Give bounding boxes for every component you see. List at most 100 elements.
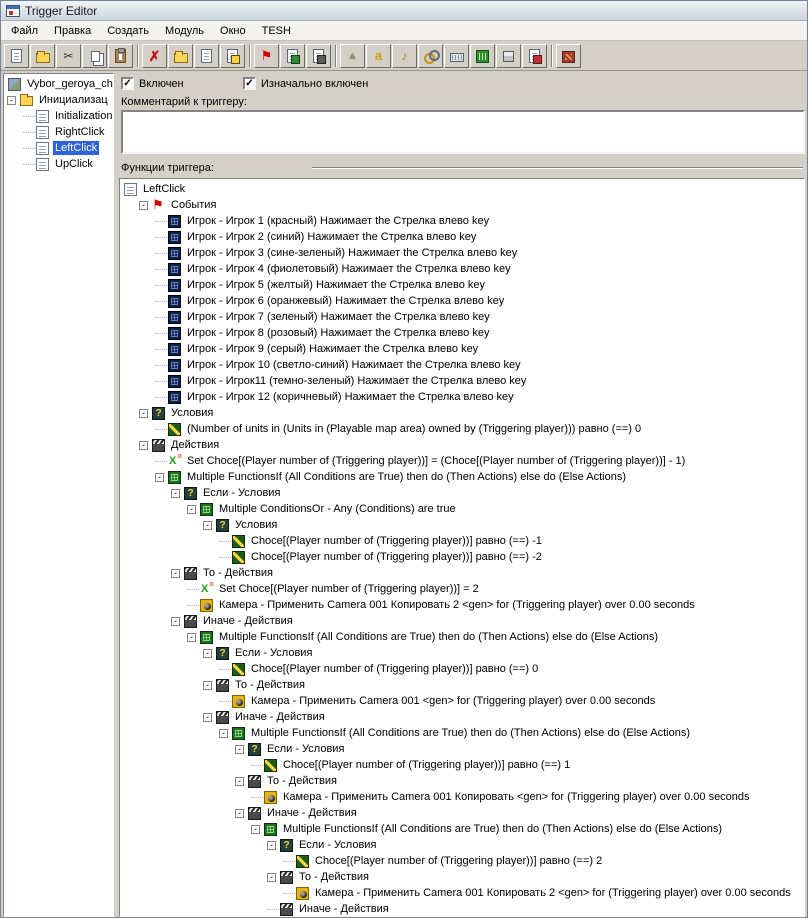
tree-node[interactable]: LeftClick [4,140,113,156]
menu-file[interactable]: Файл [3,22,46,40]
tree-node[interactable]: Игрок - Игрок 1 (красный) Нажимает the С… [120,213,804,229]
tree-node[interactable]: Игрок - Игрок 6 (оранжевый) Нажимает the… [120,293,804,309]
tree-node[interactable]: Choce[(Player number of (Triggering play… [120,549,804,565]
tree-node[interactable]: Игрок - Игрок 3 (сине-зеленый) Нажимает … [120,245,804,261]
collapse-icon[interactable]: - [187,504,196,514]
collapse-icon[interactable]: - [235,744,244,754]
tree-node[interactable]: Choce[(Player number of (Triggering play… [120,661,804,677]
menu-module[interactable]: Модуль [157,22,212,40]
menu-window[interactable]: Окно [212,22,254,40]
tree-node[interactable]: - Действия [120,437,804,453]
tree-node[interactable]: Choce[(Player number of (Triggering play… [120,757,804,773]
tree-node[interactable]: Игрок - Игрок 10 (светло-синий) Нажимает… [120,357,804,373]
tree-node[interactable]: - Если - Условия [120,837,804,853]
collapse-icon[interactable]: - [187,632,196,642]
sound-editor-button[interactable]: ♪ [392,43,417,68]
tree-node[interactable]: Vybor_geroya_che [4,76,113,92]
menu-tesh[interactable]: TESH [254,22,299,40]
tree-node[interactable]: - Иначе - Действия [120,805,804,821]
menu-create[interactable]: Создать [99,22,157,40]
tree-node[interactable]: - Если - Условия [120,485,804,501]
tree-node[interactable]: Игрок - Игрок 9 (серый) Нажимает the Стр… [120,341,804,357]
tree-node[interactable]: Игрок - Игрок 12 (коричневый) Нажимает t… [120,389,804,405]
tree-node[interactable]: - То - Действия [120,677,804,693]
menu-edit[interactable]: Правка [46,22,99,40]
tree-node[interactable]: - Multiple ConditionsOr - Any (Conditions… [120,501,804,517]
tree-node[interactable]: Игрок - Игрок 7 (зеленый) Нажимает the С… [120,309,804,325]
tree-node[interactable]: UpClick [4,156,113,172]
tree-node[interactable]: - То - Действия [120,869,804,885]
tree-node[interactable]: - События [120,197,804,213]
tree-node[interactable]: - Multiple FunctionsIf (All Conditions ar… [120,821,804,837]
new-event-button[interactable]: ⚑ [254,43,279,68]
ai-editor-button[interactable] [470,43,495,68]
collapse-icon[interactable]: - [139,200,148,210]
tree-node[interactable]: Камера - Применить Camera 001 Копировать… [120,885,804,901]
collapse-icon[interactable]: - [7,95,16,105]
tree-node[interactable]: Игрок - Игрок 2 (синий) Нажимает the Стр… [120,229,804,245]
collapse-icon[interactable]: - [171,488,180,498]
enabled-checkbox[interactable]: ✓ [121,77,134,90]
new-trigger-button[interactable] [194,43,219,68]
tree-node[interactable]: - Multiple FunctionsIf (All Conditions ar… [120,629,804,645]
tree-node[interactable]: LeftClick [120,181,804,197]
tree-node[interactable]: - То - Действия [120,773,804,789]
collapse-icon[interactable]: - [267,872,276,882]
collapse-icon[interactable]: - [203,680,212,690]
open-map-button[interactable] [30,43,55,68]
collapse-icon[interactable]: - [203,648,212,658]
tree-node[interactable]: - Multiple FunctionsIf (All Conditions ar… [120,725,804,741]
tree-node[interactable]: - То - Действия [120,565,804,581]
tree-node[interactable]: Камера - Применить Camera 001 <gen> for … [120,693,804,709]
enabled-option[interactable]: ✓ Включен [121,77,243,90]
collapse-icon[interactable]: - [219,728,228,738]
tree-node[interactable]: Игрок - Игрок 8 (розовый) Нажимает the С… [120,325,804,341]
terrain-editor-button[interactable]: ▲ [340,43,365,68]
collapse-icon[interactable]: - [235,776,244,786]
tree-node[interactable]: Choce[(Player number of (Triggering play… [120,533,804,549]
tree-node[interactable]: - Если - Условия [120,741,804,757]
collapse-icon[interactable]: - [235,808,244,818]
collapse-icon[interactable]: - [251,824,260,834]
tree-node[interactable]: (Number of units in (Units in (Playable … [120,421,804,437]
delete-button[interactable]: ✗ [142,43,167,68]
tree-node[interactable]: Иначе - Действия [120,901,804,916]
tree-node[interactable]: - Иначе - Действия [120,709,804,725]
collapse-icon[interactable]: - [203,712,212,722]
tree-node[interactable]: Игрок - Игрок11 (темно-зеленый) Нажимает… [120,373,804,389]
tree-node[interactable]: - Если - Условия [120,645,804,661]
collapse-icon[interactable]: - [155,472,164,482]
collapse-icon[interactable]: - [171,616,180,626]
syntax-check-button[interactable]: a [366,43,391,68]
new-category-button[interactable] [168,43,193,68]
test-map-button[interactable] [556,43,581,68]
tree-node[interactable]: Игрок - Игрок 5 (желтый) Нажимает the Ст… [120,277,804,293]
tree-node[interactable]: - Инициализац [4,92,113,108]
object-manager-button[interactable] [496,43,521,68]
trigger-comment-input[interactable] [121,110,805,154]
new-condition-button[interactable] [280,43,305,68]
campaign-editor-button[interactable] [444,43,469,68]
tree-node[interactable]: Камера - Применить Camera 001 Копировать… [120,789,804,805]
paste-button[interactable] [108,43,133,68]
tree-node[interactable]: Choce[(Player number of (Triggering play… [120,853,804,869]
collapse-icon[interactable]: - [203,520,212,530]
collapse-icon[interactable]: - [267,840,276,850]
tree-node[interactable]: - Иначе - Действия [120,613,804,629]
initially-on-checkbox[interactable]: ✓ [243,77,256,90]
titlebar[interactable]: Trigger Editor [1,1,807,21]
collapse-icon[interactable]: - [171,568,180,578]
initially-on-option[interactable]: ✓ Изначально включен [243,77,368,90]
cut-button[interactable]: ✂ [56,43,81,68]
new-comment-button[interactable] [220,43,245,68]
object-editor-button[interactable] [418,43,443,68]
new-action-button[interactable] [306,43,331,68]
tree-node[interactable]: Игрок - Игрок 4 (фиолетовый) Нажимает th… [120,261,804,277]
collapse-icon[interactable]: - [139,408,148,418]
tree-node[interactable]: - Условия [120,517,804,533]
tree-node[interactable]: RightClick [4,124,113,140]
import-manager-button[interactable] [522,43,547,68]
copy-button[interactable] [82,43,107,68]
tree-node[interactable]: Set Choce[(Player number of (Triggering … [120,580,804,597]
tree-node[interactable]: - Условия [120,405,804,421]
